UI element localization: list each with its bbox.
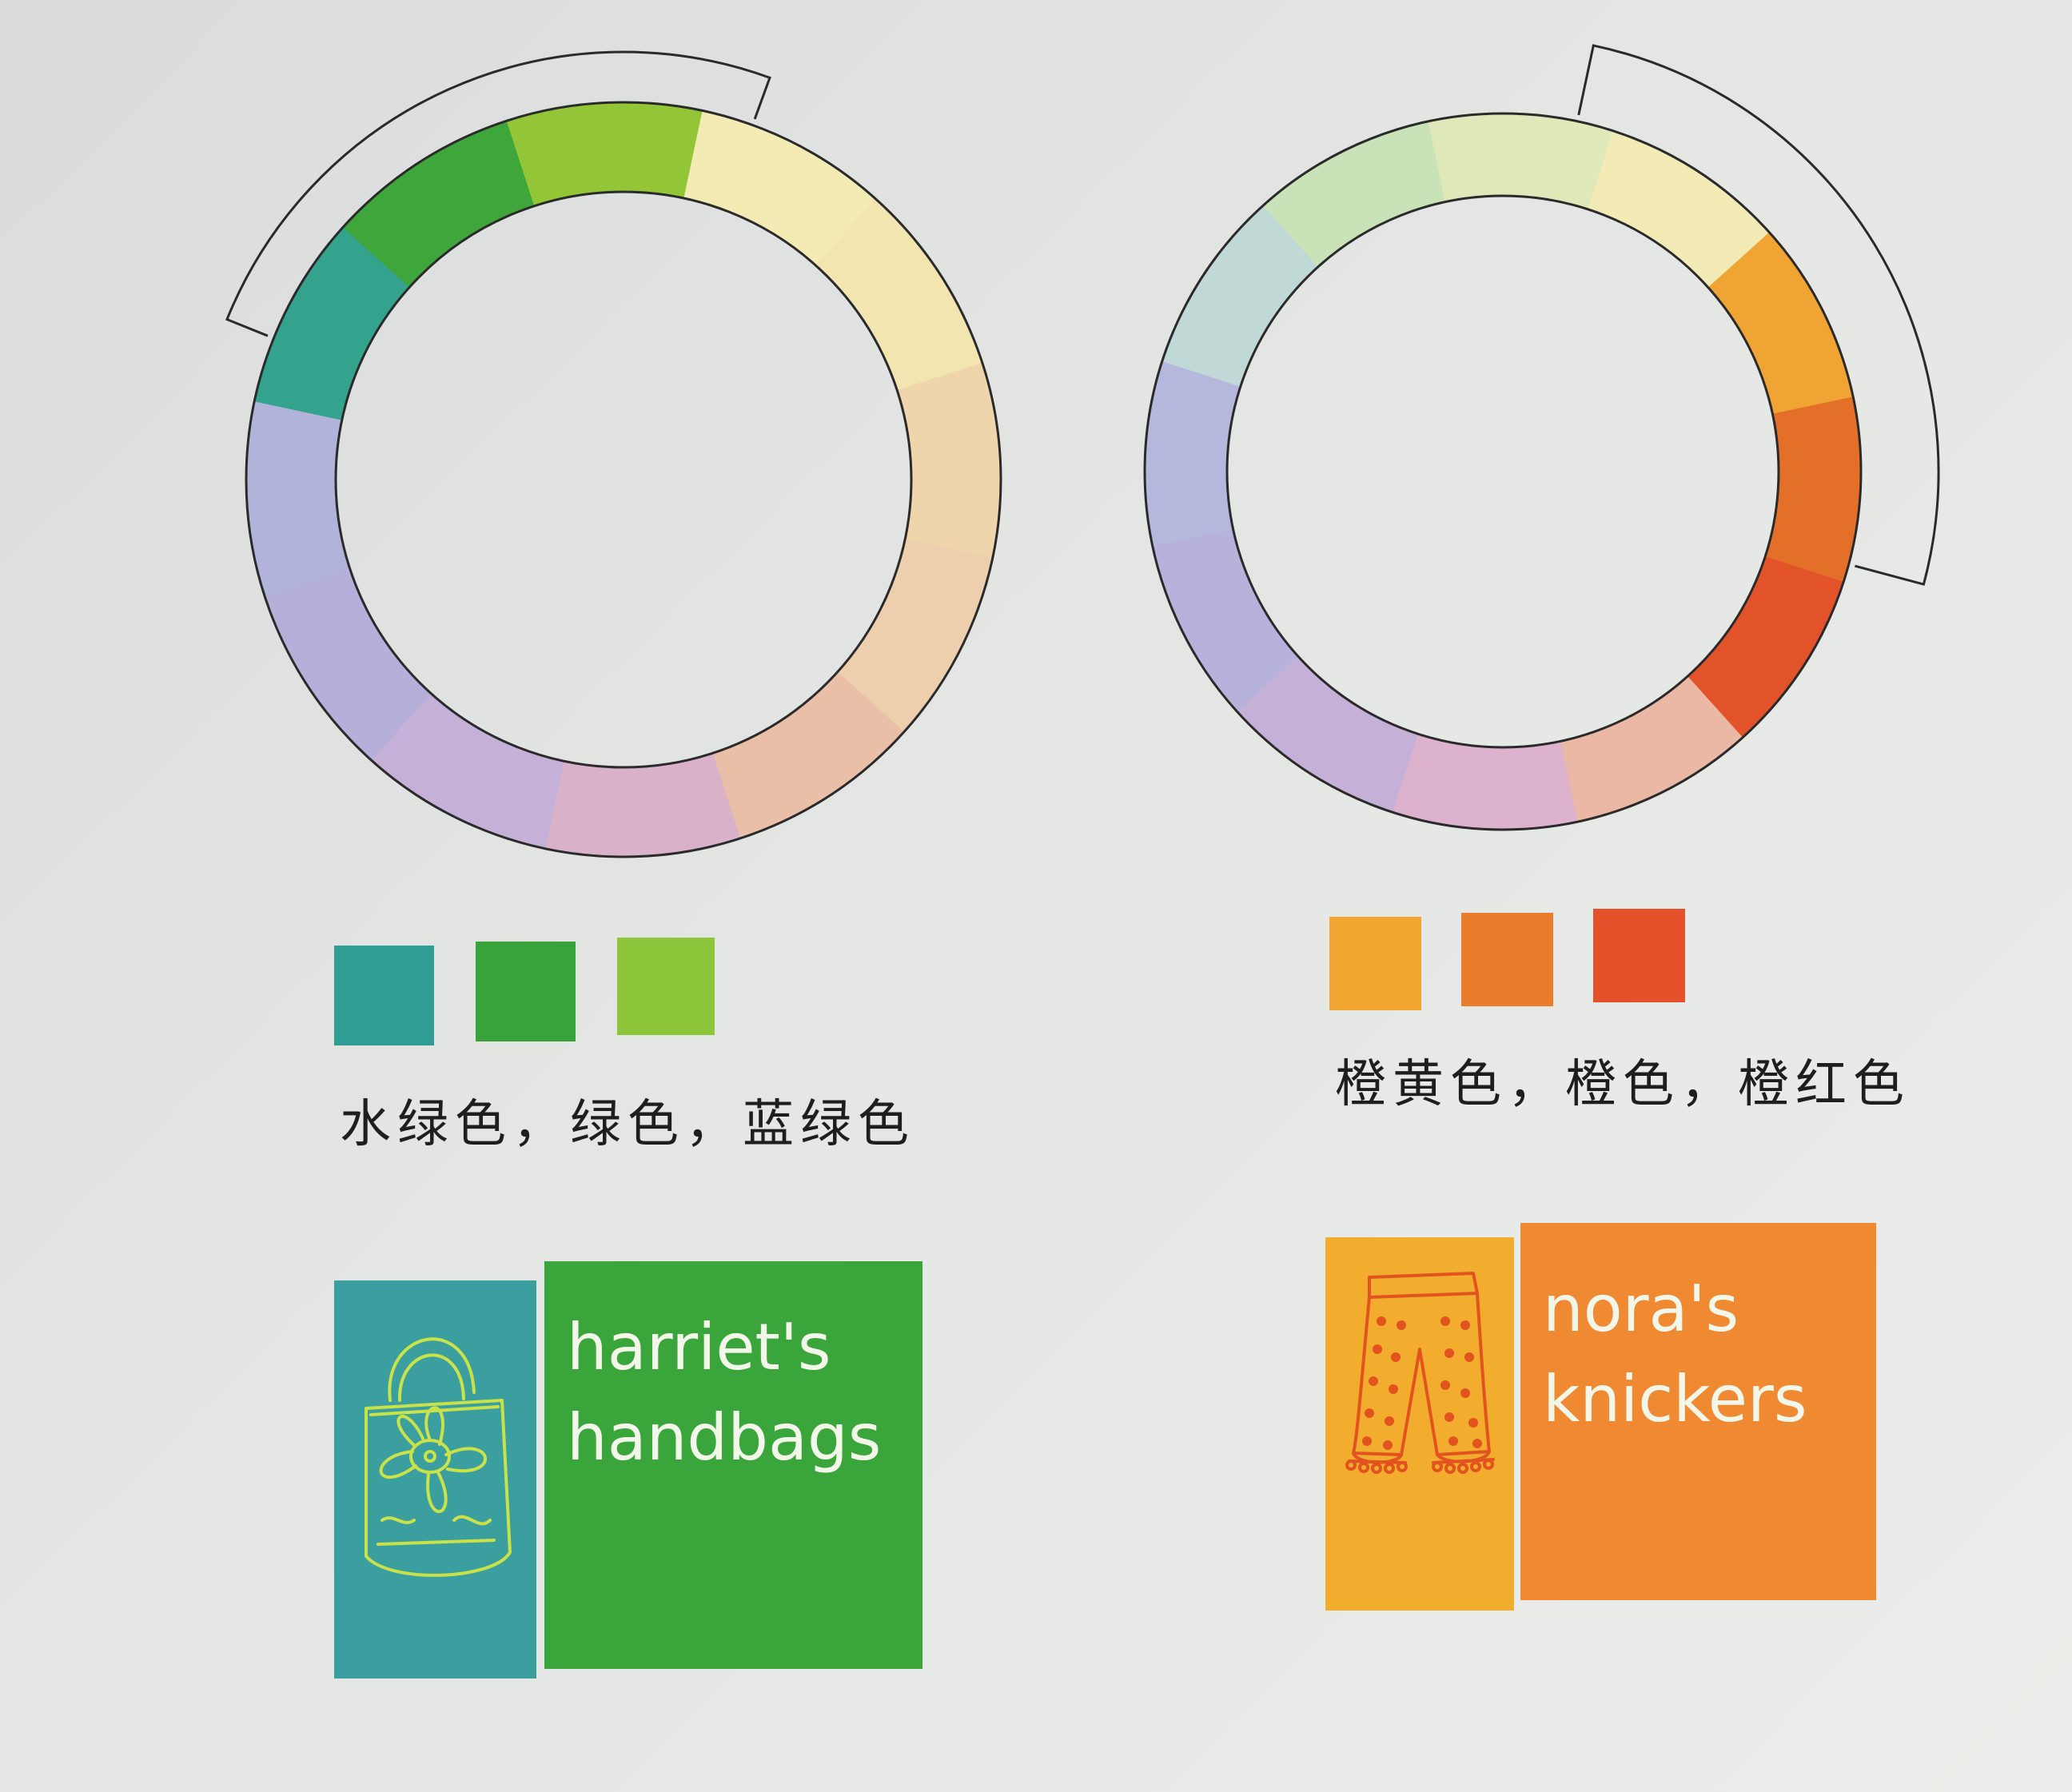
logo-icon-panel-right <box>1325 1237 1514 1611</box>
knickers-icon <box>1345 1272 1495 1474</box>
swatch-teal <box>334 946 434 1045</box>
logo-right-line2: knickers <box>1543 1362 1807 1436</box>
page: 水绿色，绿色，蓝绿色 橙黄色，橙色，橙红色 harriet's handbags… <box>0 0 2072 1792</box>
warm-wheel-segment <box>1144 360 1241 547</box>
logo-right-line1: nora's <box>1543 1272 1739 1346</box>
warm-wheel-segment <box>1428 113 1615 210</box>
caption-left: 水绿色，绿色，蓝绿色 <box>340 1095 915 1154</box>
handbag-icon <box>365 1337 512 1577</box>
swatch-orange <box>1461 913 1553 1006</box>
cool-wheel-segment <box>544 752 741 858</box>
cool-wheel-segment <box>506 102 703 207</box>
logo-icon-panel-left <box>334 1280 536 1679</box>
cool-wheel-segment <box>896 362 1002 559</box>
warm-wheel-segment <box>1764 396 1862 583</box>
logo-text-panel-left: harriet's handbags <box>544 1261 922 1669</box>
cool-wheel-outline <box>334 190 913 769</box>
logo-left-line1: harriet's <box>567 1310 831 1384</box>
cool-wheel-segment <box>245 400 351 597</box>
swatch-orange-yellow <box>1329 917 1421 1010</box>
swatch-lime <box>617 938 715 1035</box>
warm-wheel-outline <box>1225 194 1780 749</box>
caption-right: 橙黄色，橙色，橙红色 <box>1335 1055 1911 1114</box>
warm-wheel-segment <box>1391 733 1578 830</box>
swatch-green <box>476 942 576 1041</box>
logo-left-line2: handbags <box>567 1400 882 1475</box>
logo-text-panel-right: nora's knickers <box>1520 1223 1876 1600</box>
swatch-orange-red <box>1593 909 1685 1002</box>
